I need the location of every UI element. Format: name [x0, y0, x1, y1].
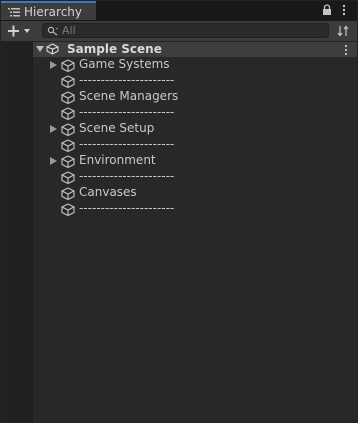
list-item[interactable]: Scene Managers: [33, 89, 357, 105]
create-dropdown-button[interactable]: [5, 23, 33, 39]
item-label: ----------------------: [79, 73, 175, 87]
cube-icon: [61, 203, 75, 216]
item-label: ----------------------: [79, 105, 175, 119]
kebab-menu-icon[interactable]: [341, 4, 347, 16]
hierarchy-tree[interactable]: Sample Scene Game Systems --------------…: [33, 42, 357, 422]
left-gutter: [1, 42, 33, 422]
item-label: ----------------------: [79, 137, 175, 151]
toolbar: [1, 21, 357, 42]
scene-menu-icon[interactable]: [343, 44, 349, 56]
search-input[interactable]: [62, 23, 312, 37]
list-item[interactable]: ----------------------: [33, 73, 357, 89]
search-icon: [47, 26, 58, 36]
item-label: ----------------------: [79, 201, 175, 215]
cube-icon: [61, 139, 75, 152]
item-label: Canvases: [79, 185, 137, 199]
cube-icon: [61, 123, 75, 136]
cube-icon: [61, 75, 75, 88]
cube-icon: [61, 155, 75, 168]
list-item[interactable]: ----------------------: [33, 169, 357, 185]
list-item[interactable]: Canvases: [33, 185, 357, 201]
item-label: ----------------------: [79, 169, 175, 183]
cube-icon: [61, 187, 75, 200]
item-label: Scene Managers: [79, 89, 179, 103]
expand-arrow-icon[interactable]: [50, 61, 57, 69]
expand-arrow-icon[interactable]: [50, 125, 57, 133]
cube-icon: [61, 59, 75, 72]
cube-icon: [61, 107, 75, 120]
tab-hierarchy[interactable]: Hierarchy: [1, 1, 96, 20]
search-field[interactable]: [42, 23, 329, 38]
list-item[interactable]: Scene Setup: [33, 121, 357, 137]
sort-icon[interactable]: [336, 24, 350, 38]
scene-row[interactable]: Sample Scene: [33, 42, 357, 57]
list-item[interactable]: ----------------------: [33, 137, 357, 153]
cube-icon: [61, 91, 75, 104]
list-item[interactable]: Game Systems: [33, 57, 357, 73]
item-label: Scene Setup: [79, 121, 155, 135]
unity-scene-icon: [46, 43, 59, 55]
tab-bar: Hierarchy: [1, 1, 357, 21]
item-label: Game Systems: [79, 57, 170, 71]
tab-label: Hierarchy: [24, 5, 83, 19]
list-item[interactable]: ----------------------: [33, 201, 357, 217]
list-item[interactable]: Environment: [33, 153, 357, 169]
hierarchy-window: Hierarchy All Sample Scene Game Systems …: [0, 0, 358, 423]
cube-icon: [61, 171, 75, 184]
expand-arrow-icon[interactable]: [50, 157, 57, 165]
item-label: Environment: [79, 153, 156, 167]
scene-name: Sample Scene: [67, 42, 162, 56]
hierarchy-list-icon: [8, 8, 20, 17]
expand-arrow-icon[interactable]: [36, 46, 44, 53]
list-item[interactable]: ----------------------: [33, 105, 357, 121]
lock-icon[interactable]: [321, 4, 333, 16]
